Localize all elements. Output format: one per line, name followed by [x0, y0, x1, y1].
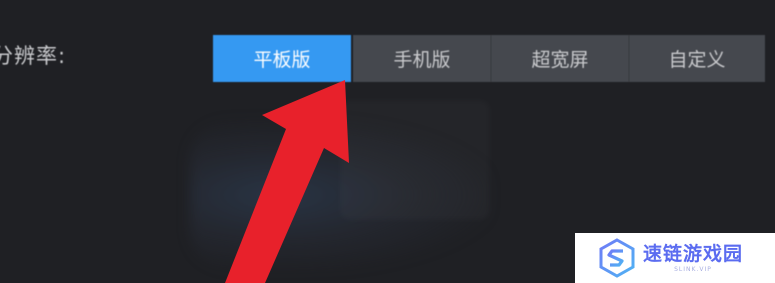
- watermark-title: 速链游戏园: [643, 243, 744, 265]
- watermark-subtitle: SLINK.VIP: [674, 266, 712, 273]
- watermark: 速链游戏园 SLINK.VIP: [575, 233, 775, 283]
- watermark-logo-icon: [599, 238, 635, 278]
